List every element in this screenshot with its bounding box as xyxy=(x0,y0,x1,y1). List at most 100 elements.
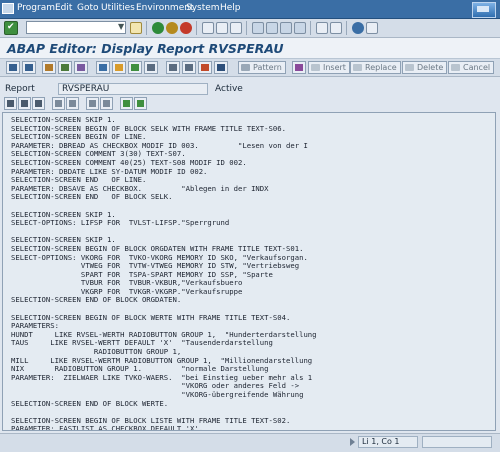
insert-icon xyxy=(311,64,320,71)
expand-button[interactable] xyxy=(120,97,133,110)
menu-edit[interactable]: Edit xyxy=(55,3,72,13)
info-button[interactable] xyxy=(198,61,212,74)
cut-button[interactable] xyxy=(4,97,17,110)
check-icon xyxy=(77,64,85,71)
status-toggle-icon[interactable] xyxy=(350,438,355,446)
where-used-button[interactable] xyxy=(96,61,110,74)
menu-utilities-label: Utilities xyxy=(101,3,135,13)
insert-button[interactable]: Insert xyxy=(308,61,350,74)
menu-help[interactable]: Help xyxy=(220,3,241,13)
title-bar: ABAP Editor: Display Report RVSPERAU xyxy=(0,38,500,59)
exit-icon[interactable] xyxy=(166,22,178,34)
save-icon[interactable] xyxy=(130,22,142,34)
where-used-icon xyxy=(99,64,107,71)
find-icon[interactable] xyxy=(216,22,228,34)
replace-button[interactable]: Replace xyxy=(350,61,401,74)
navigation-button[interactable] xyxy=(144,61,158,74)
menu-system-label: System xyxy=(186,3,220,13)
cancel-button[interactable]: Cancel xyxy=(448,61,495,74)
object-icon xyxy=(61,64,69,71)
check-button[interactable] xyxy=(74,61,88,74)
expand-icon xyxy=(123,100,130,107)
menu-goto[interactable]: Goto xyxy=(77,3,99,13)
undo-button[interactable] xyxy=(52,97,65,110)
replace-icon xyxy=(353,64,362,71)
status-bar: Li 1, Co 1 xyxy=(0,433,500,452)
pattern-label: Pattern xyxy=(253,63,282,72)
pattern-icon xyxy=(241,64,250,71)
delete-label: Delete xyxy=(417,63,444,72)
code-editor[interactable]: SELECTION-SCREEN SKIP 1. SELECTION-SCREE… xyxy=(2,112,496,431)
layout-menu-icon[interactable] xyxy=(366,22,378,34)
menu-help-label: Help xyxy=(220,3,241,13)
print-icon[interactable] xyxy=(202,22,214,34)
back-arrow-button[interactable] xyxy=(6,61,20,74)
forward-arrow-button[interactable] xyxy=(22,61,36,74)
enter-button[interactable] xyxy=(4,21,18,35)
collapse-button[interactable] xyxy=(134,97,147,110)
standard-toolbar: ▼ xyxy=(0,19,500,38)
delete-button[interactable]: Delete xyxy=(402,61,448,74)
cancel-icon[interactable] xyxy=(180,22,192,34)
paste-icon xyxy=(35,100,42,107)
menu-program-label: Program xyxy=(17,3,55,13)
page-title: ABAP Editor: Display Report RVSPERAU xyxy=(7,41,284,56)
back-icon[interactable] xyxy=(152,22,164,34)
test-icon xyxy=(131,64,139,71)
pencil-icon xyxy=(45,64,53,71)
copy-icon xyxy=(21,100,28,107)
toolbar-separator xyxy=(196,21,197,35)
display-object-button[interactable] xyxy=(214,61,228,74)
menu-edit-label: Edit xyxy=(55,3,73,13)
previous-page-icon[interactable] xyxy=(266,22,278,34)
cut-icon xyxy=(7,100,14,107)
buffer-icon xyxy=(103,100,110,107)
menu-bar: Program Edit Goto Utilities Environment … xyxy=(0,0,500,19)
collapse-icon xyxy=(137,100,144,107)
display-change-button[interactable] xyxy=(42,61,56,74)
tree-icon xyxy=(169,64,177,71)
buffer-button[interactable] xyxy=(100,97,113,110)
menu-system[interactable]: System xyxy=(186,3,220,13)
delete-icon xyxy=(405,64,414,71)
editor-toolbar xyxy=(2,97,498,111)
arrow-right-icon xyxy=(25,64,33,71)
hierarchy-icon xyxy=(147,64,155,71)
menu-utilities[interactable]: Utilities xyxy=(101,3,135,13)
undo-icon xyxy=(55,100,62,107)
report-label: Report xyxy=(5,84,35,94)
help-icon[interactable] xyxy=(352,22,364,34)
pattern-button[interactable]: Pattern xyxy=(238,61,286,74)
paste-button[interactable] xyxy=(32,97,45,110)
menu-environment[interactable]: Environment xyxy=(136,3,193,13)
arrow-left-icon xyxy=(9,64,17,71)
shortcut-icon[interactable] xyxy=(330,22,342,34)
source-code[interactable]: SELECTION-SCREEN SKIP 1. SELECTION-SCREE… xyxy=(3,113,495,430)
other-object-button[interactable] xyxy=(58,61,72,74)
block-select-button[interactable] xyxy=(86,97,99,110)
test-button[interactable] xyxy=(128,61,142,74)
report-name-field: RVSPERAU xyxy=(58,83,208,95)
new-session-icon[interactable] xyxy=(316,22,328,34)
toolbar-separator xyxy=(346,21,347,35)
window-menu-icon[interactable] xyxy=(2,3,14,14)
object-list-button[interactable] xyxy=(166,61,180,74)
document-icon xyxy=(217,64,225,71)
toolbar-separator xyxy=(246,21,247,35)
menu-program[interactable]: Program xyxy=(17,3,55,13)
replace-label: Replace xyxy=(365,63,397,72)
menu-goto-label: Goto xyxy=(77,3,99,13)
redo-button[interactable] xyxy=(66,97,79,110)
find-next-icon[interactable] xyxy=(230,22,242,34)
stack-button[interactable] xyxy=(182,61,196,74)
next-page-icon[interactable] xyxy=(280,22,292,34)
last-page-icon[interactable] xyxy=(294,22,306,34)
first-page-icon[interactable] xyxy=(252,22,264,34)
stack-icon xyxy=(185,64,193,71)
pretty-printer-button[interactable] xyxy=(292,61,306,74)
command-history-icon[interactable]: ▼ xyxy=(118,22,127,33)
copy-button[interactable] xyxy=(18,97,31,110)
cursor-position: Li 1, Co 1 xyxy=(358,436,418,448)
activate-button[interactable] xyxy=(112,61,126,74)
command-field[interactable] xyxy=(26,21,126,34)
